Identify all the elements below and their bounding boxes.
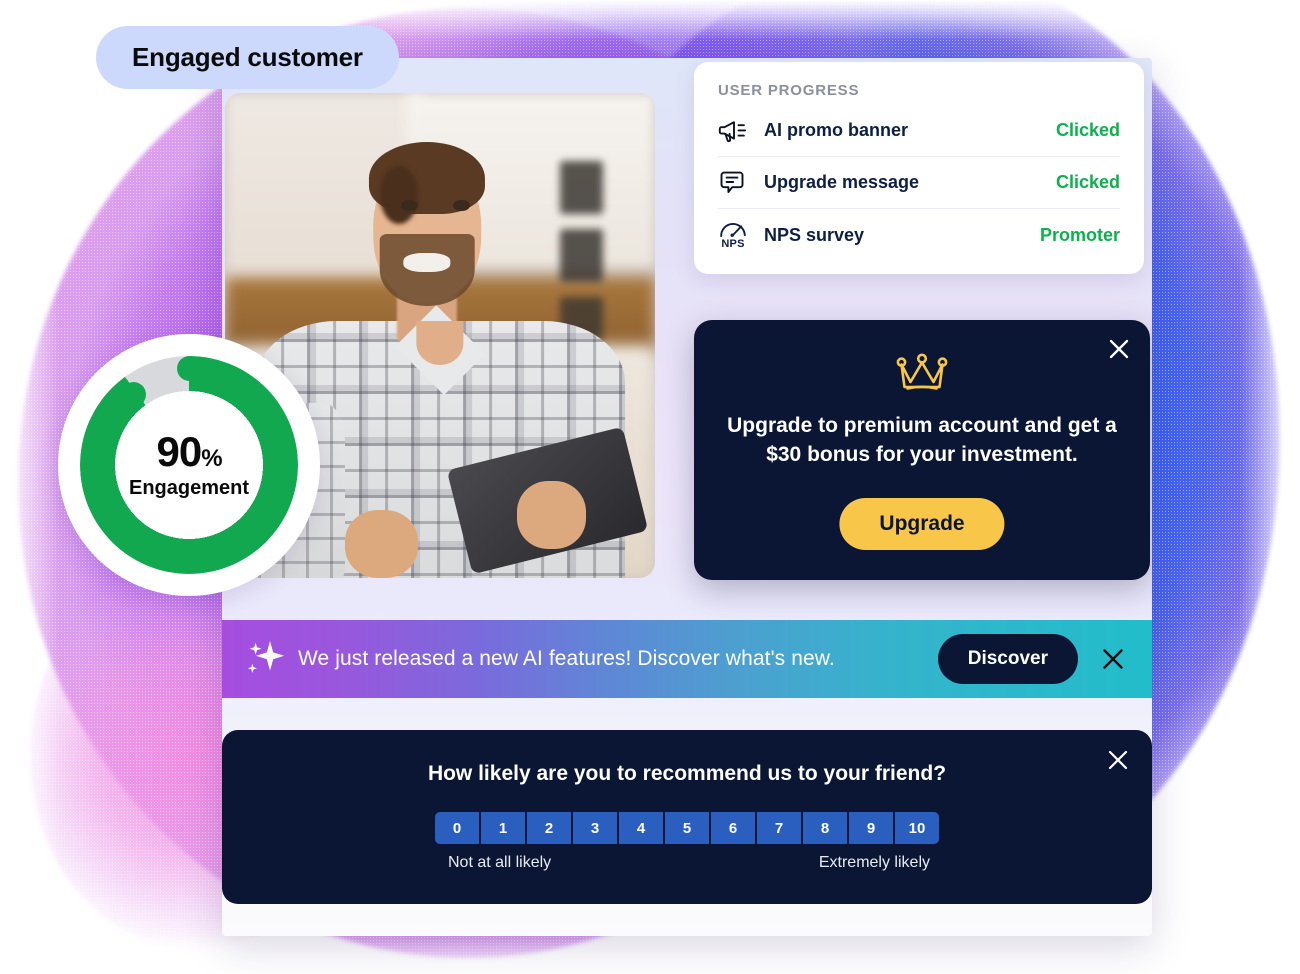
engagement-value: 90% bbox=[156, 427, 222, 475]
engagement-number: 90 bbox=[156, 427, 202, 475]
chat-bubble-icon bbox=[718, 169, 764, 197]
discover-button[interactable]: Discover bbox=[937, 634, 1078, 684]
progress-row[interactable]: NPS NPS survey Promoter bbox=[718, 209, 1120, 261]
close-icon[interactable] bbox=[1098, 644, 1128, 674]
nps-score-1[interactable]: 1 bbox=[481, 812, 525, 844]
nps-score-0[interactable]: 0 bbox=[435, 812, 479, 844]
premium-upgrade-card: Upgrade to premium account and get a $30… bbox=[694, 320, 1150, 580]
progress-row-label: NPS survey bbox=[764, 224, 865, 245]
premium-message: Upgrade to premium account and get a $30… bbox=[727, 414, 1117, 466]
progress-row[interactable]: AI promo banner Clicked bbox=[718, 105, 1120, 157]
nps-gauge-icon: NPS bbox=[718, 221, 764, 250]
nps-score-9[interactable]: 9 bbox=[849, 812, 893, 844]
nps-end-labels: Not at all likely Extremely likely bbox=[448, 854, 930, 872]
progress-row-label: AI promo banner bbox=[764, 120, 909, 140]
nps-score-7[interactable]: 7 bbox=[757, 812, 801, 844]
progress-row-status: Clicked bbox=[1055, 120, 1120, 140]
upgrade-button[interactable]: Upgrade bbox=[839, 498, 1005, 550]
nps-left-label: Not at all likely bbox=[448, 854, 552, 871]
ai-features-banner: We just released a new AI features! Disc… bbox=[222, 620, 1152, 698]
engagement-gauge: 90% Engagement bbox=[58, 334, 320, 596]
nps-survey-card: How likely are you to recommend us to yo… bbox=[222, 730, 1152, 904]
user-progress-card: USER PROGRESS AI promo banner Clicked Up… bbox=[694, 62, 1144, 274]
engagement-label: Engagement bbox=[128, 476, 250, 499]
close-icon[interactable] bbox=[1104, 334, 1134, 364]
nps-right-label: Extremely likely bbox=[818, 854, 930, 871]
progress-row-status: Promoter bbox=[1039, 224, 1120, 245]
nps-score-4[interactable]: 4 bbox=[619, 812, 663, 844]
crown-icon bbox=[894, 350, 950, 401]
progress-row-status: Clicked bbox=[1055, 172, 1120, 192]
nps-scale: 0 1 2 3 4 5 6 7 8 9 10 bbox=[435, 812, 939, 844]
nps-score-2[interactable]: 2 bbox=[527, 812, 571, 844]
progress-row[interactable]: Upgrade message Clicked bbox=[718, 157, 1120, 209]
progress-row-label: Upgrade message bbox=[764, 172, 920, 192]
engagement-percent-symbol: % bbox=[201, 444, 222, 472]
nps-score-5[interactable]: 5 bbox=[665, 812, 709, 844]
user-progress-title: USER PROGRESS bbox=[718, 82, 860, 99]
nps-icon-label: NPS bbox=[721, 237, 745, 250]
sparkle-icon bbox=[240, 636, 292, 682]
nps-score-10[interactable]: 10 bbox=[895, 812, 939, 844]
nps-score-6[interactable]: 6 bbox=[711, 812, 755, 844]
app-panel: USER PROGRESS AI promo banner Clicked Up… bbox=[222, 58, 1152, 936]
ai-banner-message: We just released a new AI features! Disc… bbox=[298, 647, 835, 670]
megaphone-icon bbox=[718, 119, 764, 143]
screenshot-stage: USER PROGRESS AI promo banner Clicked Up… bbox=[0, 0, 1300, 974]
nps-question: How likely are you to recommend us to yo… bbox=[427, 762, 947, 785]
nps-score-8[interactable]: 8 bbox=[803, 812, 847, 844]
engaged-customer-badge: Engaged customer bbox=[96, 26, 399, 89]
nps-score-3[interactable]: 3 bbox=[573, 812, 617, 844]
